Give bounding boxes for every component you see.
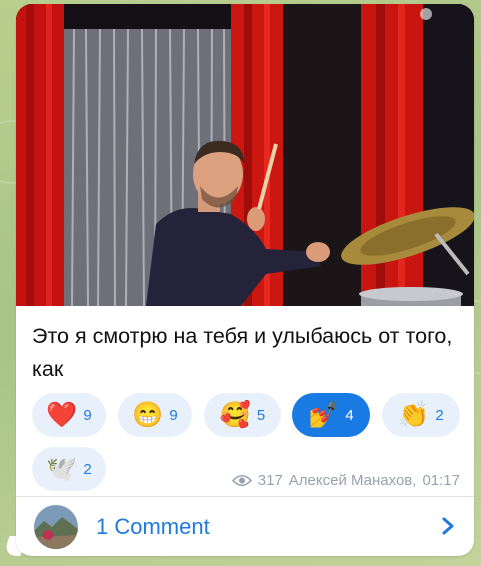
- smiling-face-with-hearts-icon: 🥰: [219, 400, 251, 429]
- eye-icon: [231, 474, 252, 487]
- message-photo[interactable]: [16, 4, 474, 306]
- reaction-count: 5: [256, 406, 266, 424]
- reaction-count: 2: [83, 460, 92, 478]
- comments-label: 1 Comment: [96, 513, 210, 539]
- message-time: 01:17: [422, 472, 460, 489]
- reaction-count: 4: [345, 406, 354, 424]
- reaction-grin[interactable]: 😁 9: [118, 393, 192, 437]
- clapping-hands-icon: 👏: [398, 400, 430, 429]
- grinning-face-icon: 😁: [132, 400, 164, 429]
- reaction-count: 2: [435, 406, 444, 424]
- reaction-heart[interactable]: ❤️ 9: [32, 393, 106, 437]
- chevron-right-icon: [442, 517, 454, 535]
- message-bubble: Это я смотрю на тебя и улыбаюсь от того,…: [16, 4, 474, 556]
- reaction-count: 9: [83, 406, 92, 424]
- reaction-dove[interactable]: 🕊️ 2: [32, 447, 106, 491]
- red-heart-icon: ❤️: [46, 400, 78, 429]
- dove-icon: 🕊️: [46, 454, 78, 483]
- drummer-photo: [16, 4, 474, 306]
- message-text: Это я смотрю на тебя и улыбаюсь от того,…: [32, 324, 453, 381]
- reaction-clap[interactable]: 👏 2: [382, 393, 460, 437]
- reaction-hearts-face[interactable]: 🥰 5: [204, 393, 281, 437]
- comments-button[interactable]: 1 Comment: [16, 497, 474, 556]
- avatar: [34, 504, 78, 549]
- reaction-count: 9: [169, 406, 178, 424]
- message-meta: 317 Алексей Манахов, 01:17: [231, 472, 460, 489]
- reaction-nail-polish[interactable]: 💅 4: [292, 393, 370, 437]
- author-name: Алексей Манахов: [288, 472, 413, 489]
- views-count: 317: [257, 472, 283, 489]
- nail-polish-icon: 💅: [308, 400, 340, 429]
